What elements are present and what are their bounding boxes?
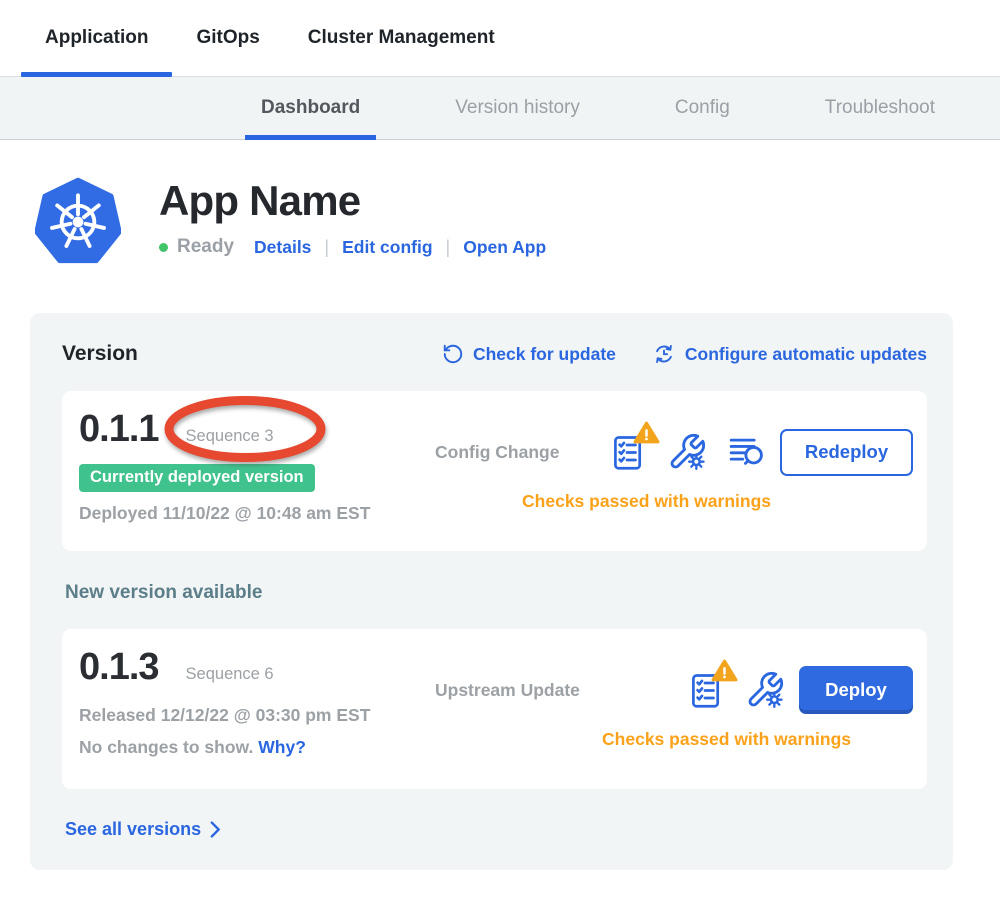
current-version-number: 0.1.1 [79,408,159,451]
configure-automatic-updates-button[interactable]: Configure automatic updates [652,342,927,366]
app-sub-nav: Dashboard Version history Config Trouble… [0,77,1000,140]
details-link[interactable]: Details [254,237,311,258]
app-header: App Name Ready Details | Edit config | O… [35,177,1000,267]
clock-refresh-icon [652,342,676,366]
chevron-right-icon [210,821,221,838]
version-panel-title: Version [62,342,442,366]
tab-gitops[interactable]: GitOps [172,0,283,76]
tab-dashboard[interactable]: Dashboard [245,77,376,139]
currently-deployed-badge: Currently deployed version [79,464,315,492]
released-timestamp: Released 12/12/22 @ 03:30 pm EST [79,705,431,726]
current-checks-status: Checks passed with warnings [522,491,771,512]
current-version-sequence: Sequence 3 [186,427,274,446]
refresh-icon [442,343,464,365]
see-all-versions-label: See all versions [65,819,201,840]
config-tools-button[interactable] [667,432,707,472]
tab-application[interactable]: Application [21,0,172,76]
open-app-link[interactable]: Open App [463,237,546,258]
see-all-versions-link[interactable]: See all versions [65,819,221,840]
preflight-logs-icon [728,436,766,468]
divider: | [446,237,451,258]
available-version-number: 0.1.3 [79,646,159,689]
wrench-gear-icon [667,432,707,472]
why-link[interactable]: Why? [258,737,306,757]
no-changes-line: No changes to show. Why? [79,737,431,758]
current-version-card: 0.1.1 Sequence 3 Currently deployed vers… [62,391,927,551]
kubernetes-logo-icon [35,177,121,267]
tab-version-history[interactable]: Version history [439,77,596,139]
version-diff-checklist-button[interactable] [688,671,724,710]
divider: | [324,237,329,258]
page-title: App Name [159,178,546,224]
available-version-card: 0.1.3 Sequence 6 Released 12/12/22 @ 03:… [62,629,927,789]
status-badge: Ready [177,236,234,258]
new-version-available-label: New version available [65,582,927,604]
available-change-type-label: Upstream Update [435,680,605,701]
available-checks-status: Checks passed with warnings [602,729,851,750]
primary-nav: Application GitOps Cluster Management [0,0,1000,77]
deploy-button[interactable]: Deploy [799,666,913,714]
tab-troubleshoot[interactable]: Troubleshoot [809,77,951,139]
no-changes-text: No changes to show. [79,737,253,757]
available-version-sequence: Sequence 6 [186,665,274,684]
check-for-update-button[interactable]: Check for update [442,342,616,366]
deployed-timestamp: Deployed 11/10/22 @ 10:48 am EST [79,503,431,524]
current-change-type-label: Config Change [435,442,605,463]
tab-config[interactable]: Config [659,77,746,139]
wrench-gear-icon [745,670,785,710]
version-diff-checklist-button[interactable] [610,433,646,472]
warning-triangle-icon [711,658,738,683]
status-dot-icon [159,243,168,252]
version-panel: Version Check for update Configure autom… [30,313,953,870]
preflight-logs-button[interactable] [728,436,766,468]
config-tools-button[interactable] [745,670,785,710]
warning-triangle-icon [633,420,660,445]
check-for-update-label: Check for update [473,344,616,365]
edit-config-link[interactable]: Edit config [342,237,432,258]
tab-cluster-management[interactable]: Cluster Management [284,0,519,76]
redeploy-button[interactable]: Redeploy [780,429,913,476]
configure-automatic-updates-label: Configure automatic updates [685,344,927,365]
